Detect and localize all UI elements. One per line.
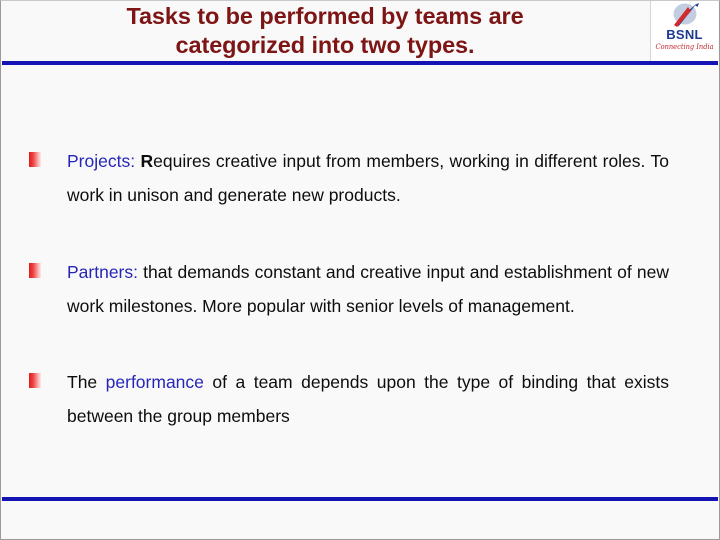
- list-item: Partners: that demands constant and crea…: [29, 256, 669, 323]
- bsnl-emblem-icon: [668, 2, 702, 28]
- bsnl-wordmark: BSNL: [666, 27, 703, 42]
- bullet-keyword-performance: performance: [105, 372, 204, 392]
- title-line-1: Tasks to be performed by teams are: [126, 3, 524, 29]
- slide-title-zone: Tasks to be performed by teams are categ…: [1, 1, 649, 61]
- page-title: Tasks to be performed by teams are categ…: [55, 2, 595, 60]
- bsnl-logo: BSNL Connecting India: [650, 1, 718, 62]
- bullet-square-icon: [29, 152, 41, 167]
- bullet-square-icon: [29, 263, 41, 278]
- bullet-lead-char-1: R: [140, 151, 154, 171]
- bullet-text-3: The performance of a team depends upon t…: [67, 366, 669, 433]
- bullet-keyword-partners: Partners:: [67, 262, 138, 282]
- title-line-2: categorized into two types.: [175, 32, 475, 58]
- bullet-keyword-projects: Projects:: [67, 151, 136, 171]
- bullet-text-2: Partners: that demands constant and crea…: [67, 256, 669, 323]
- footer-divider-bottom: [2, 497, 718, 501]
- list-item: The performance of a team depends upon t…: [29, 366, 669, 433]
- presentation-slide: Tasks to be performed by teams are categ…: [0, 0, 720, 540]
- bullet-text-1: Projects: Requires creative input from m…: [67, 145, 669, 212]
- bullet-body-2: that demands constant and creative input…: [67, 262, 669, 316]
- bullet-prefix-3: The: [67, 372, 106, 392]
- slide-body: Projects: Requires creative input from m…: [1, 65, 719, 497]
- bullet-square-icon: [29, 373, 41, 388]
- bullet-body-1: equires creative input from members, wor…: [67, 151, 669, 205]
- bsnl-tagline: Connecting India: [655, 43, 714, 51]
- list-item: Projects: Requires creative input from m…: [29, 145, 669, 212]
